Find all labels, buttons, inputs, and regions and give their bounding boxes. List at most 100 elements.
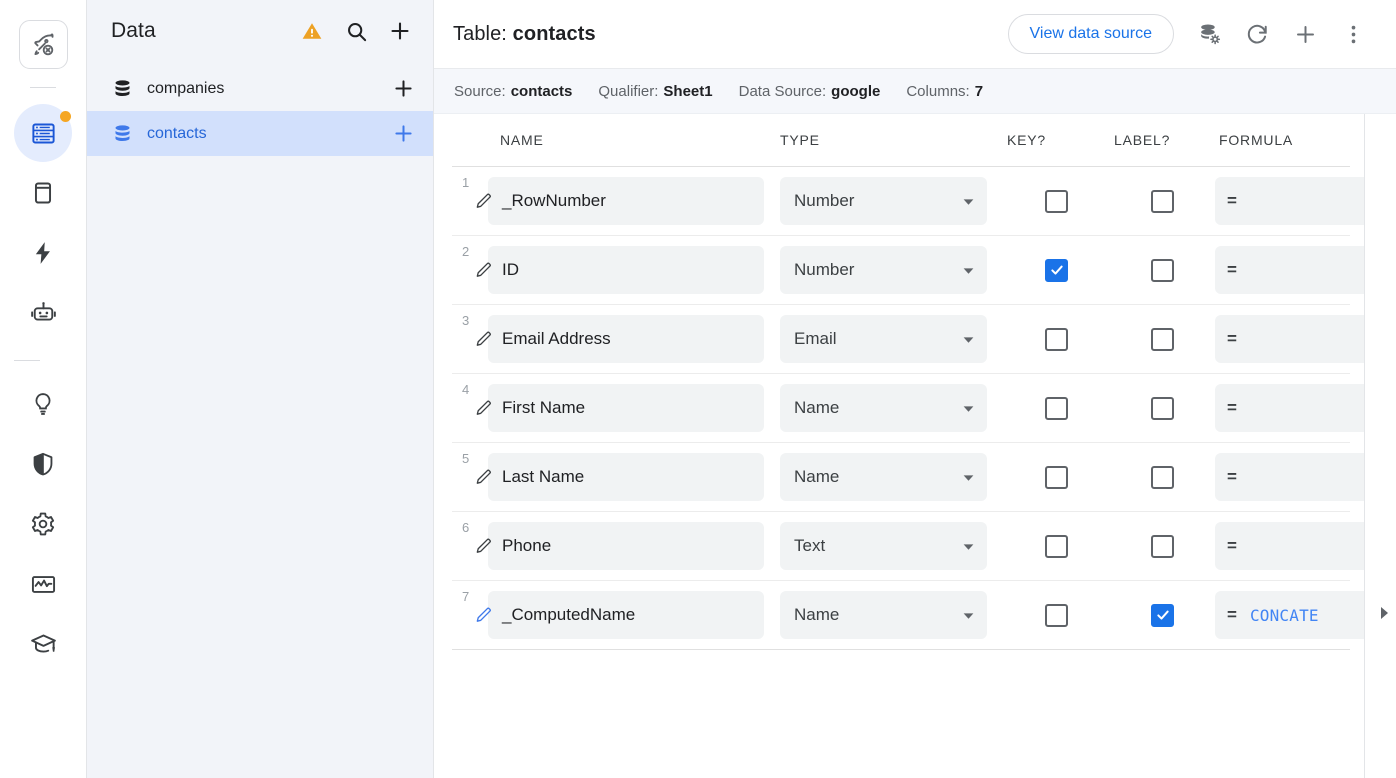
column-name-input[interactable]: Email Address [488,315,764,363]
formula-equals: = [1227,398,1237,418]
row-index-cell: 3 [452,305,488,373]
label-checkbox[interactable] [1151,397,1174,420]
column-type-select[interactable]: Number [780,177,987,225]
source-info-label: Qualifier: [598,83,658,100]
database-icon [111,78,133,99]
rocket-icon[interactable] [19,20,68,69]
key-cell [1003,466,1110,489]
row-index-cell: 1 [452,167,488,235]
label-checkbox[interactable] [1151,259,1174,282]
label-checkbox[interactable] [1151,604,1174,627]
plus-icon[interactable] [1284,13,1326,55]
main-header: Table: contacts View data source [434,0,1396,69]
column-type-cell: Text [780,522,1003,570]
add-table-icon[interactable] [385,16,415,46]
key-checkbox[interactable] [1045,397,1068,420]
row-index: 1 [462,175,469,190]
page-title: Table: contacts [453,23,596,46]
formula-expression: CONCATE [1250,606,1319,625]
column-type-value: Email [794,329,837,349]
main-header-actions: View data source [1008,13,1374,55]
column-type-cell: Name [780,453,1003,501]
column-type-cell: Email [780,315,1003,363]
table-row: 1 _RowNumber Number = [452,167,1350,236]
source-info-value: contacts [511,83,573,100]
source-info-label: Data Source: [739,83,827,100]
key-checkbox[interactable] [1045,466,1068,489]
label-checkbox[interactable] [1151,190,1174,213]
key-checkbox[interactable] [1045,328,1068,351]
column-name-input[interactable]: _RowNumber [488,177,764,225]
edit-column-pencil-icon[interactable] [474,606,493,625]
warning-icon[interactable] [297,16,327,46]
label-checkbox[interactable] [1151,466,1174,489]
column-type-select[interactable]: Name [780,384,987,432]
rail-item-app[interactable] [14,164,72,222]
row-index: 2 [462,244,469,259]
add-column-icon[interactable] [392,122,415,145]
edit-column-pencil-icon[interactable] [474,537,493,556]
key-checkbox[interactable] [1045,259,1068,282]
rail-item-security[interactable] [14,435,72,493]
app-preview-icon [30,180,56,206]
column-type-select[interactable]: Name [780,453,987,501]
column-name-input[interactable]: First Name [488,384,764,432]
formula-equals: = [1227,191,1237,211]
table-row: 4First NameName= [452,374,1350,443]
column-type-select[interactable]: Email [780,315,987,363]
key-checkbox[interactable] [1045,604,1068,627]
source-info-bar: Source:contactsQualifier:Sheet1Data Sour… [434,69,1396,114]
rail-item-automation[interactable] [14,224,72,282]
rail-item-monitor[interactable] [14,555,72,613]
formula-cell: = [1215,246,1350,294]
rail-item-ideas[interactable] [14,375,72,433]
formula-equals: = [1227,605,1237,625]
chevron-down-icon [962,540,975,553]
rail-item-learn[interactable] [14,615,72,673]
formula-equals: = [1227,467,1237,487]
view-data-source-button[interactable]: View data source [1008,14,1174,54]
column-type-select[interactable]: Name [780,591,987,639]
label-checkbox[interactable] [1151,535,1174,558]
column-name-cell: _RowNumber [488,177,780,225]
chevron-right-icon[interactable] [1376,603,1392,623]
database-settings-icon[interactable] [1188,13,1230,55]
edit-column-pencil-icon[interactable] [474,261,493,280]
key-checkbox[interactable] [1045,535,1068,558]
edit-column-pencil-icon[interactable] [474,192,493,211]
key-cell [1003,535,1110,558]
database-icon [111,123,133,144]
sidebar-item-companies[interactable]: companies [87,66,433,111]
formula-equals: = [1227,329,1237,349]
label-cell [1110,328,1215,351]
more-vertical-icon[interactable] [1332,13,1374,55]
table-row: 6PhoneText= [452,512,1350,581]
key-checkbox[interactable] [1045,190,1068,213]
rail-item-settings[interactable] [14,495,72,553]
column-name-input[interactable]: _ComputedName [488,591,764,639]
lightbulb-icon [30,391,56,417]
column-type-select[interactable]: Text [780,522,987,570]
edit-column-pencil-icon[interactable] [474,399,493,418]
edit-column-pencil-icon[interactable] [474,468,493,487]
sidebar-item-contacts[interactable]: contacts [87,111,433,156]
formula-cell: = CONCATE [1215,591,1350,639]
sidebar-header: Data [87,0,433,62]
column-name-input[interactable]: Phone [488,522,764,570]
refresh-icon[interactable] [1236,13,1278,55]
table-header-row: NAME TYPE KEY? LABEL? FORMULA [452,114,1350,167]
formula-cell: = [1215,384,1350,432]
add-column-icon[interactable] [392,77,415,100]
column-name-input[interactable]: ID [488,246,764,294]
search-icon[interactable] [341,16,371,46]
rail-item-data[interactable] [14,104,72,162]
column-type-value: Name [794,467,839,487]
chevron-down-icon [962,333,975,346]
row-index: 5 [462,451,469,466]
column-type-select[interactable]: Number [780,246,987,294]
column-name-input[interactable]: Last Name [488,453,764,501]
key-cell [1003,190,1110,213]
label-checkbox[interactable] [1151,328,1174,351]
edit-column-pencil-icon[interactable] [474,330,493,349]
rail-item-intelligence[interactable] [14,284,72,342]
